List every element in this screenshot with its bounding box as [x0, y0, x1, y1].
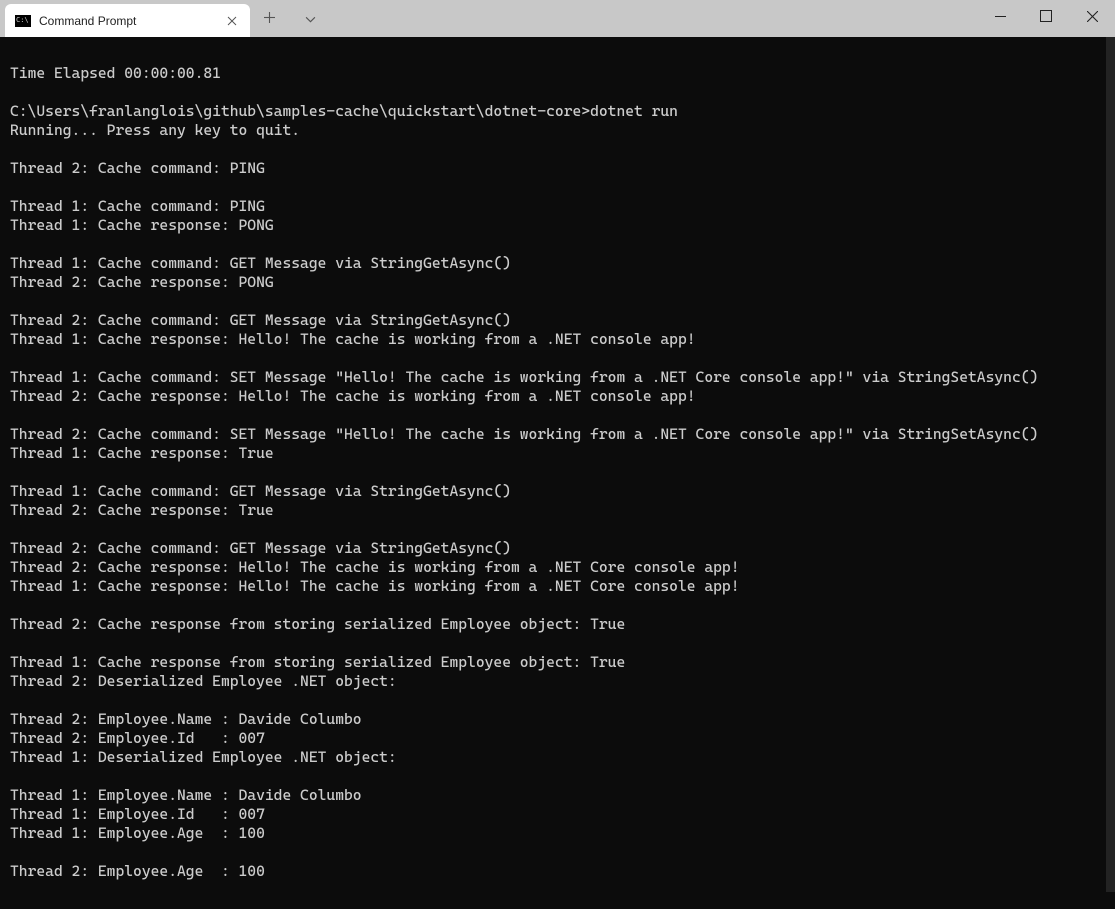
cmd-icon — [15, 15, 31, 27]
new-tab-button[interactable] — [258, 8, 281, 28]
scrollbar[interactable] — [1106, 37, 1115, 892]
tab-actions — [258, 8, 322, 28]
close-icon — [1087, 11, 1098, 22]
close-window-button[interactable] — [1069, 0, 1115, 32]
close-icon — [227, 16, 237, 26]
tab-command-prompt[interactable]: Command Prompt — [5, 4, 250, 37]
tab-dropdown-button[interactable] — [299, 8, 322, 28]
terminal-output[interactable]: Time Elapsed 00:00:00.81 C:\Users\franla… — [0, 37, 1115, 909]
close-tab-button[interactable] — [224, 13, 240, 29]
window-controls — [977, 0, 1115, 32]
minimize-button[interactable] — [977, 0, 1023, 32]
maximize-button[interactable] — [1023, 0, 1069, 32]
titlebar: Command Prompt — [0, 0, 1115, 37]
tab-title: Command Prompt — [39, 14, 216, 28]
terminal-text: Time Elapsed 00:00:00.81 C:\Users\franla… — [10, 64, 1038, 880]
chevron-down-icon — [305, 16, 316, 23]
plus-icon — [264, 12, 275, 23]
